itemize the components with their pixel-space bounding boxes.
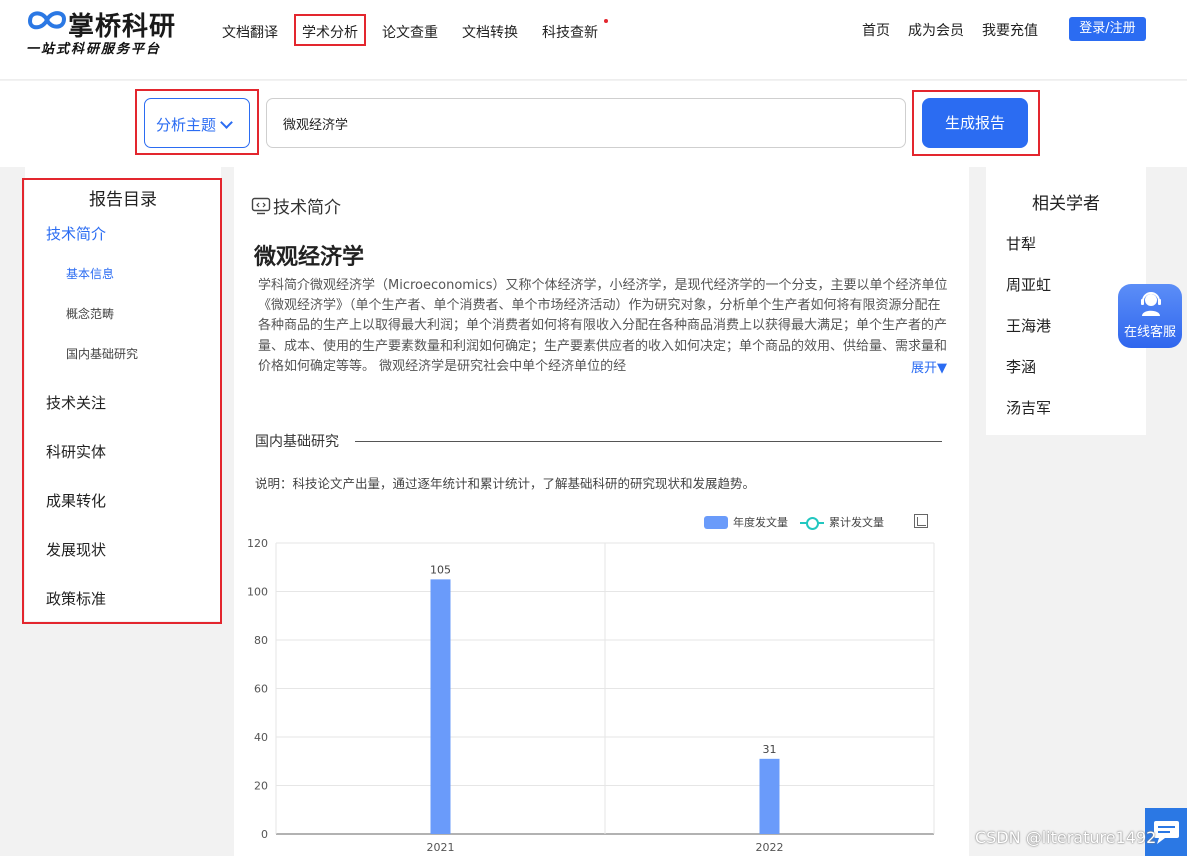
x-tick-label: 2022: [756, 841, 784, 854]
y-tick-label: 100: [247, 586, 268, 599]
y-tick-label: 60: [254, 683, 268, 696]
home-link[interactable]: 首页: [862, 18, 890, 40]
y-tick-label: 80: [254, 634, 268, 647]
online-service-label: 在线客服: [1123, 325, 1176, 340]
research-heading: 国内基础研究: [255, 431, 345, 451]
publication-chart: 0 20 40 60 80 100 120 105 2021 31 2022: [247, 537, 935, 854]
scholar-item[interactable]: 李涵: [1006, 356, 1036, 377]
nav-academic-analysis[interactable]: 学术分析: [294, 14, 366, 46]
nav-plagiarism-check[interactable]: 论文查重: [374, 14, 446, 46]
monitor-icon: [251, 197, 271, 214]
watermark-text: CSDN @literature1492: [975, 828, 1157, 847]
topic-dropdown-label: 分析主题: [156, 116, 217, 134]
top-header: 掌桥科研 一站式科研服务平台 文档翻译 学术分析 论文查重 文档转换 科技查新 …: [0, 0, 1187, 80]
bar: [759, 758, 780, 834]
subject-title: 微观经济学: [254, 245, 365, 270]
site-logo[interactable]: 掌桥科研 一站式科研服务平台: [26, 4, 196, 57]
scholar-item[interactable]: 甘犁: [1006, 233, 1036, 254]
become-member-link[interactable]: 成为会员: [908, 18, 964, 40]
toc-item-tech-focus[interactable]: 技术关注: [46, 392, 106, 413]
generate-report-button[interactable]: 生成报告: [922, 98, 1028, 148]
toc-item-research-entity[interactable]: 科研实体: [46, 441, 106, 462]
new-dot-indicator: [604, 19, 608, 23]
header-links: 首页 成为会员 我要充值: [862, 18, 1056, 40]
toc-item-achievement-transfer[interactable]: 成果转化: [46, 490, 106, 511]
toc-item-policy-standard[interactable]: 政策标准: [46, 588, 106, 609]
bar-data-label: 31: [763, 743, 777, 756]
toc-sub-basic-info[interactable]: 基本信息: [66, 265, 114, 282]
toc-item-tech-intro[interactable]: 技术简介: [46, 223, 106, 244]
chevron-down-icon: [220, 116, 233, 129]
scholars-title: 相关学者: [1032, 194, 1100, 214]
restore-view-icon[interactable]: [914, 514, 928, 528]
legend-line-swatch[interactable]: [800, 516, 824, 530]
nav-doc-convert[interactable]: 文档转换: [454, 14, 526, 46]
subject-description: 学科简介微观经济学（Microeconomics）又称个体经济学，小经济学，是现…: [258, 278, 948, 374]
section-title: 技术简介: [273, 198, 341, 218]
online-service-button[interactable]: 在线客服: [1118, 284, 1182, 348]
search-bar: 分析主题 生成报告: [0, 81, 1187, 167]
y-tick-label: 120: [247, 537, 268, 550]
research-description: 说明：科技论文产出量，通过逐年统计和累计统计，了解基础科研的研究现状和发展趋势。: [255, 476, 756, 491]
scholar-item[interactable]: 周亚虹: [1006, 274, 1051, 295]
logo-infinity-icon: [27, 11, 67, 30]
legend-bar-swatch[interactable]: [704, 515, 728, 529]
topic-dropdown[interactable]: 分析主题: [144, 98, 250, 148]
legend-bar-label[interactable]: 年度发文量: [733, 514, 788, 530]
scholar-item[interactable]: 汤吉军: [1006, 397, 1051, 418]
report-toc: 报告目录 技术简介 基本信息 概念范畴 国内基础研究 技术关注 科研实体 成果转…: [25, 167, 221, 621]
toc-item-development-status[interactable]: 发展现状: [46, 539, 106, 560]
expand-link[interactable]: 展开▼: [909, 357, 947, 376]
login-register-button[interactable]: 登录/注册: [1069, 17, 1146, 41]
bar: [430, 579, 451, 834]
x-tick-label: 2021: [427, 841, 455, 854]
chart-legend: 年度发文量 累计发文量: [704, 514, 884, 530]
search-input[interactable]: [266, 98, 906, 148]
section-divider: [355, 441, 942, 442]
toc-sub-domestic-research[interactable]: 国内基础研究: [66, 345, 138, 362]
logo-slogan: 一站式科研服务平台: [26, 42, 162, 57]
toc-sub-concept-scope[interactable]: 概念范畴: [66, 305, 114, 322]
bar-data-label: 105: [430, 563, 451, 576]
y-tick-label: 0: [261, 828, 268, 841]
nav-doc-translate[interactable]: 文档翻译: [214, 14, 286, 46]
toc-title: 报告目录: [89, 190, 157, 210]
section-heading: 技术简介: [251, 193, 341, 218]
legend-line-label[interactable]: 累计发文量: [829, 514, 884, 530]
y-tick-label: 40: [254, 731, 268, 744]
main-nav: 文档翻译 学术分析 论文查重 文档转换 科技查新: [214, 14, 614, 46]
recharge-link[interactable]: 我要充值: [982, 18, 1038, 40]
nav-novelty-search[interactable]: 科技查新: [534, 14, 608, 46]
headset-icon: [1141, 292, 1161, 316]
nav-novelty-search-label: 科技查新: [542, 25, 598, 41]
scholar-item[interactable]: 王海港: [1006, 315, 1051, 336]
y-tick-label: 20: [254, 780, 268, 793]
report-content: 技术简介 微观经济学 学科简介微观经济学（Microeconomics）又称个体…: [234, 167, 969, 856]
